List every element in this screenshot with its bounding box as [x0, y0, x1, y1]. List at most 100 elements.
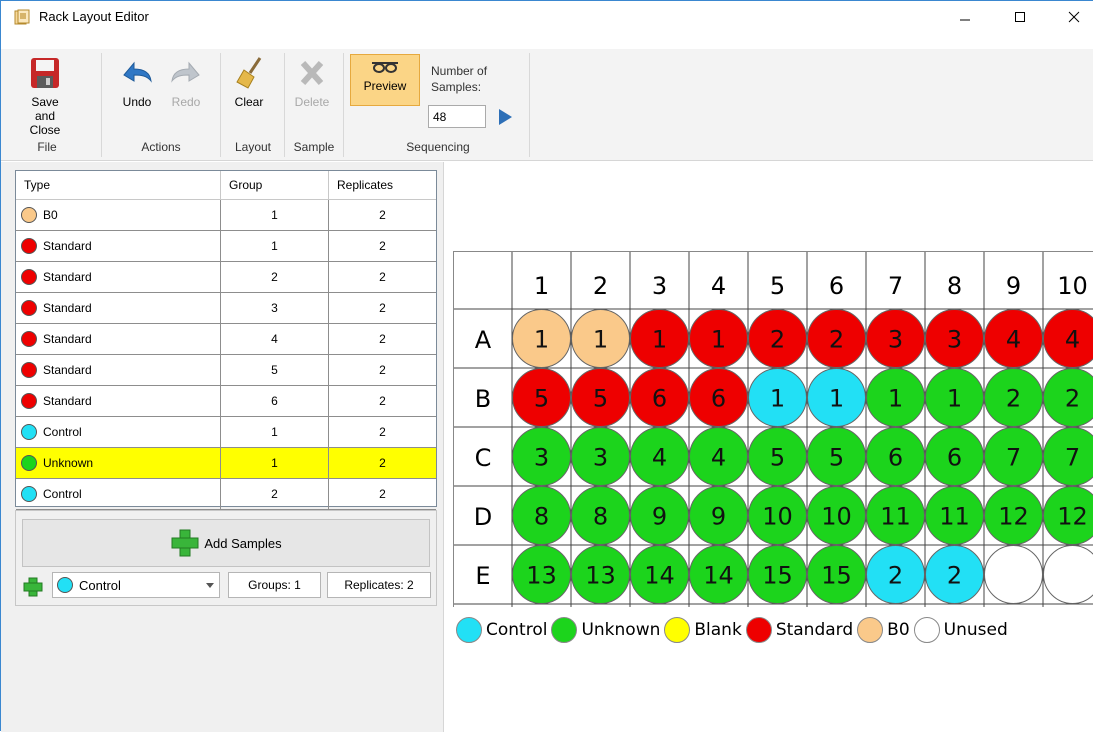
column-header-type[interactable]: Type [16, 171, 221, 199]
groups-field[interactable]: Groups: 1 [228, 572, 321, 598]
title-bar: Rack Layout Editor [1, 1, 1093, 33]
cell-group: 2 [221, 262, 329, 292]
legend-swatch [664, 617, 690, 643]
column-header-replicates[interactable]: Replicates [329, 171, 436, 199]
table-row[interactable]: Standard62 [16, 386, 436, 417]
well-label: 1 [888, 385, 903, 413]
table-row[interactable]: Standard12 [16, 231, 436, 262]
type-color-dot [21, 455, 37, 471]
type-color-dot [21, 486, 37, 502]
well-label: 13 [585, 562, 616, 590]
save-and-close-button[interactable]: Save and Close [21, 57, 69, 137]
undo-button[interactable]: Undo [115, 57, 159, 109]
well-label: 10 [821, 503, 852, 531]
column-header: 10 [1057, 272, 1088, 300]
well-label: 3 [888, 326, 903, 354]
well-label: 11 [880, 503, 911, 531]
legend-swatch [857, 617, 883, 643]
column-header: 5 [770, 272, 785, 300]
play-arrow-icon[interactable] [499, 109, 512, 125]
well-label: 6 [888, 444, 903, 472]
minimize-button[interactable] [942, 1, 988, 33]
sample-type-select[interactable]: Control [52, 572, 220, 598]
add-samples-label: Add Samples [204, 536, 281, 551]
cell-type: Standard [16, 231, 221, 261]
well-label: 10 [762, 503, 793, 531]
row-header: C [475, 444, 492, 472]
well-label: 2 [770, 326, 785, 354]
well-label: 15 [821, 562, 852, 590]
delete-label: Delete [295, 95, 330, 109]
well-label: 15 [762, 562, 793, 590]
replicates-field[interactable]: Replicates: 2 [327, 572, 431, 598]
type-label: Standard [43, 239, 92, 253]
legend-swatch [456, 617, 482, 643]
type-label: Standard [43, 301, 92, 315]
well-label: 3 [534, 444, 549, 472]
cell-type: Standard [16, 324, 221, 354]
add-samples-button[interactable]: Add Samples [22, 519, 430, 567]
row-header: E [475, 562, 490, 590]
well-label: 1 [711, 326, 726, 354]
legend-item-unknown: Unknown [551, 617, 660, 643]
clear-button[interactable]: Clear [229, 57, 269, 109]
plus-icon[interactable] [22, 577, 44, 597]
number-of-samples-input[interactable] [428, 105, 486, 128]
group-label-sequencing: Sequencing [393, 140, 483, 154]
table-row[interactable]: Standard 22 [16, 262, 436, 293]
well-label: 13 [526, 562, 557, 590]
plate-well[interactable] [985, 546, 1043, 604]
cell-type: Standard [16, 262, 221, 292]
table-row[interactable]: Standard42 [16, 324, 436, 355]
close-icon [1068, 11, 1080, 23]
delete-button[interactable]: Delete [289, 57, 335, 109]
table-row[interactable]: Standard 52 [16, 355, 436, 386]
cell-group: 1 [221, 200, 329, 230]
close-button[interactable] [1051, 1, 1093, 33]
well-label: 11 [939, 503, 970, 531]
type-label: B0 [43, 208, 58, 222]
well-label: 14 [644, 562, 675, 590]
type-label: Standard [43, 270, 92, 284]
table-row[interactable]: B012 [16, 200, 436, 231]
window-title: Rack Layout Editor [39, 9, 149, 24]
cell-replicates: 2 [329, 355, 436, 385]
delete-icon [295, 57, 329, 89]
redo-button[interactable]: Redo [166, 57, 206, 109]
cell-group: 2 [221, 479, 329, 509]
plate-well[interactable] [1044, 546, 1093, 604]
maximize-button[interactable] [997, 1, 1043, 33]
well-label: 9 [711, 503, 726, 531]
type-color-dot [21, 393, 37, 409]
plus-icon [170, 529, 200, 557]
cell-group: 6 [221, 386, 329, 416]
well-label: 2 [1065, 385, 1080, 413]
legend-swatch [746, 617, 772, 643]
cell-group: 5 [221, 355, 329, 385]
table-row[interactable]: Standard32 [16, 293, 436, 324]
well-label: 12 [1057, 503, 1088, 531]
redo-label: Redo [172, 95, 201, 109]
preview-label: Preview [364, 79, 407, 93]
well-label: 1 [652, 326, 667, 354]
cell-replicates: 2 [329, 417, 436, 447]
table-row[interactable]: Unknown12 [16, 448, 436, 479]
type-label: Standard [43, 363, 92, 377]
cell-replicates: 2 [329, 262, 436, 292]
cell-type: Standard [16, 293, 221, 323]
well-label: 9 [652, 503, 667, 531]
type-color-dot [21, 424, 37, 440]
separator [284, 53, 285, 157]
type-color-dot [21, 300, 37, 316]
cell-replicates: 2 [329, 324, 436, 354]
add-samples-box: Add Samples Control Groups: 1 Replicates… [15, 510, 437, 606]
type-label: Unknown [43, 456, 93, 470]
preview-button[interactable]: Preview [350, 54, 420, 106]
table-row[interactable]: Control12 [16, 417, 436, 448]
legend-swatch [551, 617, 577, 643]
cell-group: 1 [221, 448, 329, 478]
table-row[interactable]: Control22 [16, 479, 436, 510]
column-header-group[interactable]: Group [221, 171, 329, 199]
cell-replicates: 2 [329, 293, 436, 323]
cell-type: B0 [16, 200, 221, 230]
